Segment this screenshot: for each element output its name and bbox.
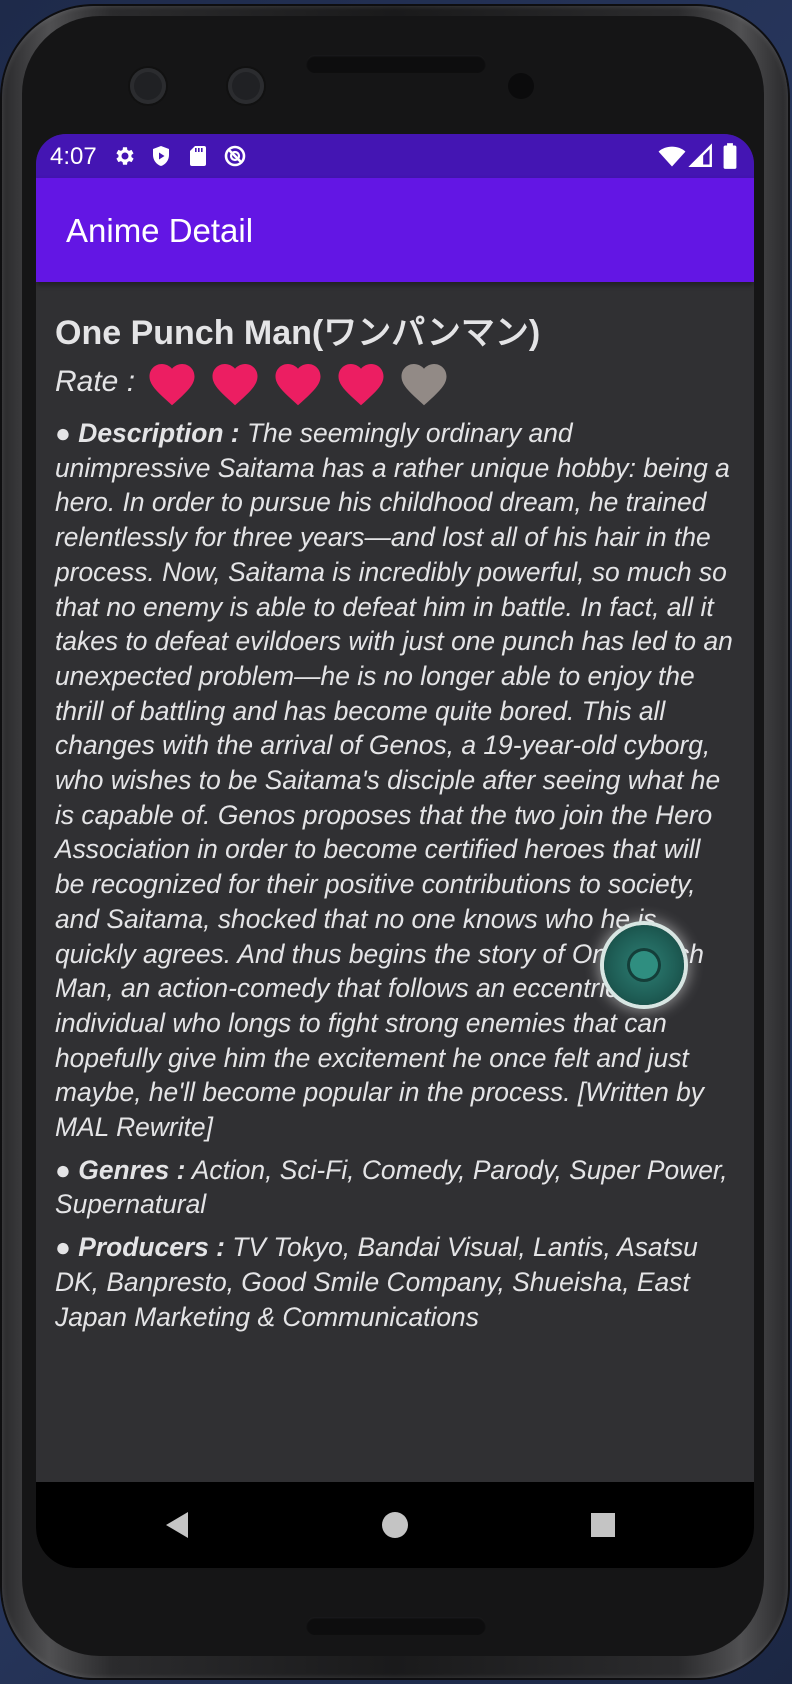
front-camera <box>228 68 264 104</box>
battery-icon <box>723 143 737 169</box>
description-text: The seemingly ordinary and unimpressive … <box>55 418 733 1143</box>
producers-label: Producers : <box>78 1232 225 1263</box>
signal-icon <box>688 143 712 167</box>
anime-title: One Punch Man(ワンパンマン) <box>55 314 541 352</box>
phone-screen: 4:07 Anime Detail One Punch Man(ワンパンマン) … <box>36 134 754 1568</box>
anime-detail-content[interactable]: One Punch Man(ワンパンマン) Rate : ● Descripti… <box>55 310 735 1334</box>
heart-filled-icon <box>212 364 258 406</box>
heart-filled-icon <box>338 364 384 406</box>
front-sensor-left <box>130 68 166 104</box>
description-paragraph: ● Description : The seemingly ordinary a… <box>55 416 735 1145</box>
back-icon[interactable] <box>136 1482 216 1568</box>
rate-label: Rate : <box>55 365 136 398</box>
bullet: ● <box>55 1154 71 1185</box>
status-bar: 4:07 <box>36 134 754 178</box>
heart-empty-icon <box>401 364 447 406</box>
shield-icon <box>153 146 169 166</box>
heart-filled-icon <box>275 364 321 406</box>
sd-card-icon <box>190 146 206 166</box>
navigation-bar <box>36 1482 754 1568</box>
rating-hearts <box>145 357 460 407</box>
home-icon[interactable] <box>355 1482 435 1568</box>
bullet: ● <box>55 418 71 448</box>
wifi-icon <box>658 146 686 167</box>
rating-row: Rate : <box>55 356 735 408</box>
bottom-speaker <box>306 1617 486 1635</box>
app-bar: Anime Detail <box>36 178 754 282</box>
status-time: 4:07 <box>50 143 97 170</box>
touch-indicator <box>604 925 684 1005</box>
recents-icon[interactable] <box>563 1482 643 1568</box>
description-label: Description : <box>78 418 240 448</box>
genres-label: Genres : <box>78 1154 186 1185</box>
gear-icon <box>116 147 134 165</box>
no-disturb-icon <box>224 145 246 167</box>
proximity-sensor <box>508 73 534 99</box>
app-bar-title: Anime Detail <box>66 212 254 249</box>
earpiece-speaker <box>306 55 486 73</box>
bullet: ● <box>55 1232 71 1263</box>
producers-paragraph: ● Producers : TV Tokyo, Bandai Visual, L… <box>55 1230 735 1334</box>
heart-filled-icon <box>149 364 195 406</box>
genres-paragraph: ● Genres : Action, Sci-Fi, Comedy, Parod… <box>55 1153 735 1222</box>
